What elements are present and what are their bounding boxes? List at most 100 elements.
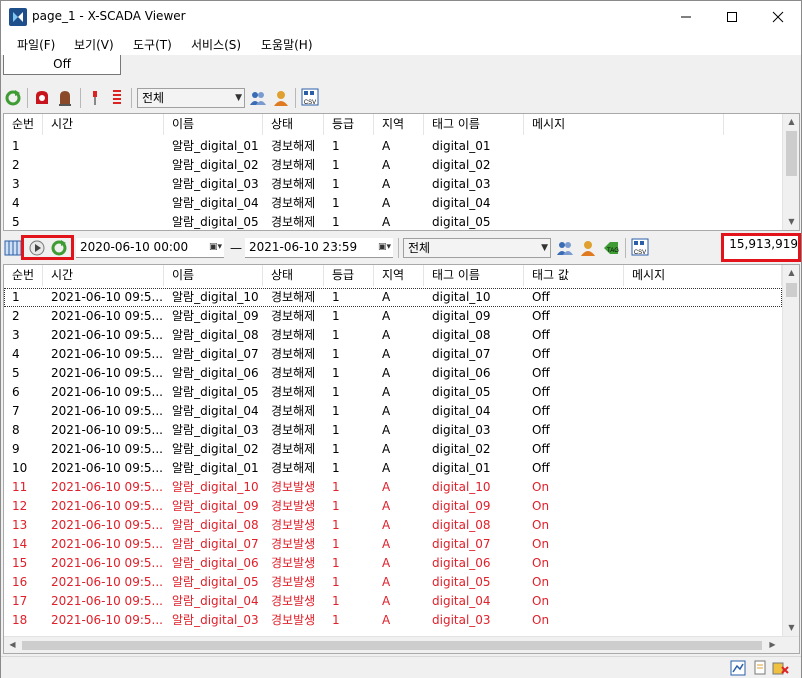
scroll-left-icon[interactable]: ◀	[4, 637, 21, 653]
scroll-right-icon[interactable]: ▶	[764, 637, 781, 653]
tag-icon[interactable]: TAG	[602, 239, 620, 257]
table-row[interactable]: 4 알람_digital_04 경보해제 1 Adigital_04	[4, 194, 782, 213]
column-header[interactable]: 등급	[324, 265, 374, 286]
calendar-dropdown-icon[interactable]: ▣▾	[378, 238, 391, 256]
table-row[interactable]: 6 2021-06-10 09:5... 알람_digital_05 경보해제 1 Adi…	[4, 383, 782, 402]
maximize-button[interactable]	[709, 1, 755, 32]
csv-export-icon[interactable]: CSV	[301, 88, 319, 106]
off-indicator[interactable]: Off	[3, 55, 121, 75]
table-cell	[624, 516, 782, 535]
table-cell: 1	[332, 613, 340, 627]
top-table-vscroll[interactable]: ▲ ▼	[782, 114, 799, 230]
menu-service[interactable]: 서비스(S)	[191, 36, 241, 53]
table-row[interactable]: 16 2021-06-10 09:5... 알람_digital_05 경보발생 1 Ad…	[4, 573, 782, 592]
start-date-field[interactable]: 2020-06-10 00:00 ▣▾	[76, 238, 224, 258]
column-header[interactable]: 태그 이름	[424, 265, 524, 286]
menu-help[interactable]: 도움말(H)	[261, 36, 313, 53]
column-header[interactable]: 지역	[374, 265, 424, 286]
table-row[interactable]: 8 2021-06-10 09:5... 알람_digital_03 경보해제 1 Adi…	[4, 421, 782, 440]
column-header[interactable]: 메시지	[624, 265, 782, 286]
column-header[interactable]: 지역	[374, 114, 424, 135]
table-cell: 알람_digital_09	[172, 499, 259, 513]
menu-tools[interactable]: 도구(T)	[133, 36, 172, 53]
table-row[interactable]: 1 2021-06-10 09:5... 알람_digital_10 경보해제 1 Adi…	[4, 288, 782, 307]
scroll-up-icon[interactable]: ▲	[783, 265, 799, 281]
table-row[interactable]: 1 알람_digital_01 경보해제 1 Adigital_01	[4, 137, 782, 156]
table-cell: 알람_digital_07	[172, 347, 259, 361]
close-button[interactable]	[755, 1, 801, 32]
table-row[interactable]: 18 2021-06-10 09:5... 알람_digital_03 경보발생 1 Ad…	[4, 611, 782, 630]
column-header[interactable]: 태그 이름	[424, 114, 524, 135]
history-table-hscroll[interactable]: ◀ ▶	[4, 636, 799, 653]
user-group-icon[interactable]	[249, 89, 267, 107]
scroll-thumb[interactable]	[786, 283, 797, 297]
calendar-dropdown-icon[interactable]: ▣▾	[209, 238, 222, 256]
column-header[interactable]: 상태	[263, 114, 324, 135]
table-cell: digital_02	[432, 442, 491, 456]
document-icon[interactable]	[752, 660, 768, 676]
scroll-thumb[interactable]	[786, 131, 797, 176]
history-table-vscroll[interactable]: ▲ ▼	[782, 265, 799, 636]
filter-list-icon[interactable]	[108, 89, 126, 107]
table-row[interactable]: 11 2021-06-10 09:5... 알람_digital_10 경보발생 1 Ad…	[4, 478, 782, 497]
alarm-off-icon[interactable]	[772, 660, 790, 676]
column-header[interactable]: 순번	[4, 265, 43, 286]
user-icon[interactable]	[272, 89, 290, 107]
column-header[interactable]: 이름	[164, 265, 263, 286]
column-header[interactable]: 태그 값	[524, 265, 624, 286]
end-date-field[interactable]: 2021-06-10 23:59 ▣▾	[245, 238, 393, 258]
user-icon[interactable]	[579, 239, 597, 257]
table-cell: 2021-06-10 09:5...	[51, 518, 163, 532]
grid-icon[interactable]	[4, 239, 22, 257]
filter-combo[interactable]: 전체 ▼	[137, 88, 245, 108]
refresh-icon[interactable]	[4, 89, 22, 107]
scroll-down-icon[interactable]: ▼	[783, 214, 799, 230]
scroll-down-icon[interactable]: ▼	[783, 620, 799, 636]
table-row[interactable]: 7 2021-06-10 09:5... 알람_digital_04 경보해제 1 Adi…	[4, 402, 782, 421]
column-header[interactable]: 등급	[324, 114, 374, 135]
table-row[interactable]: 12 2021-06-10 09:5... 알람_digital_09 경보발생 1 Ad…	[4, 497, 782, 516]
table-row[interactable]: 2 알람_digital_02 경보해제 1 Adigital_02	[4, 156, 782, 175]
alarm-lamp-icon[interactable]	[56, 89, 74, 107]
column-header[interactable]: 이름	[164, 114, 263, 135]
column-header[interactable]: 순번	[4, 114, 43, 135]
menu-view[interactable]: 보기(V)	[74, 36, 114, 53]
table-cell: 16	[12, 575, 28, 589]
history-filter-combo[interactable]: 전체 ▼	[403, 238, 551, 258]
table-row[interactable]: 9 2021-06-10 09:5... 알람_digital_02 경보해제 1 Adi…	[4, 440, 782, 459]
pin-icon[interactable]	[86, 89, 104, 107]
table-cell: 1	[332, 158, 340, 172]
menu-file[interactable]: 파일(F)	[17, 36, 55, 53]
table-row[interactable]: 5 2021-06-10 09:5... 알람_digital_06 경보해제 1 Adi…	[4, 364, 782, 383]
column-header[interactable]: 시간	[43, 114, 164, 135]
table-row[interactable]: 3 2021-06-10 09:5... 알람_digital_08 경보해제 1 Adi…	[4, 326, 782, 345]
table-row[interactable]: 4 2021-06-10 09:5... 알람_digital_07 경보해제 1 Adi…	[4, 345, 782, 364]
scroll-up-icon[interactable]: ▲	[783, 114, 799, 130]
column-header[interactable]: 상태	[263, 265, 324, 286]
scroll-thumb[interactable]	[22, 641, 762, 650]
table-cell	[624, 421, 782, 440]
csv-export-icon[interactable]: CSV	[631, 238, 649, 256]
user-group-icon[interactable]	[556, 239, 574, 257]
table-row[interactable]: 2 2021-06-10 09:5... 알람_digital_09 경보해제 1 Adi…	[4, 307, 782, 326]
play-icon[interactable]	[28, 239, 46, 257]
table-row[interactable]: 5 알람_digital_05 경보해제 1 Adigital_05	[4, 213, 782, 230]
table-row[interactable]: 3 알람_digital_03 경보해제 1 Adigital_03	[4, 175, 782, 194]
table-row[interactable]: 17 2021-06-10 09:5... 알람_digital_04 경보발생 1 Ad…	[4, 592, 782, 611]
column-header[interactable]: 시간	[43, 265, 164, 286]
minimize-button[interactable]	[663, 1, 709, 32]
table-row[interactable]: 15 2021-06-10 09:5... 알람_digital_06 경보발생 1 Ad…	[4, 554, 782, 573]
table-row[interactable]: 14 2021-06-10 09:5... 알람_digital_07 경보발생 1 Ad…	[4, 535, 782, 554]
table-row[interactable]: 13 2021-06-10 09:5... 알람_digital_08 경보발생 1 Ad…	[4, 516, 782, 535]
table-cell	[624, 383, 782, 402]
network-icon[interactable]	[730, 660, 746, 676]
table-cell: A	[382, 158, 391, 172]
column-header[interactable]: 메시지	[524, 114, 724, 135]
refresh-icon[interactable]	[50, 239, 68, 257]
table-row[interactable]: 10 2021-06-10 09:5... 알람_digital_01 경보해제 1 Ad…	[4, 459, 782, 478]
title-bar[interactable]: page_1 - X-SCADA Viewer	[1, 1, 801, 32]
history-alarm-table: 순번 시간 이름 상태 등급 지역 태그 이름 태그 값 메시지 1 2021-06-10 09:…	[3, 264, 800, 654]
table-cell: 1	[12, 139, 20, 153]
chevron-down-icon: ▼	[541, 243, 548, 253]
alarm-bell-icon[interactable]	[33, 89, 51, 107]
